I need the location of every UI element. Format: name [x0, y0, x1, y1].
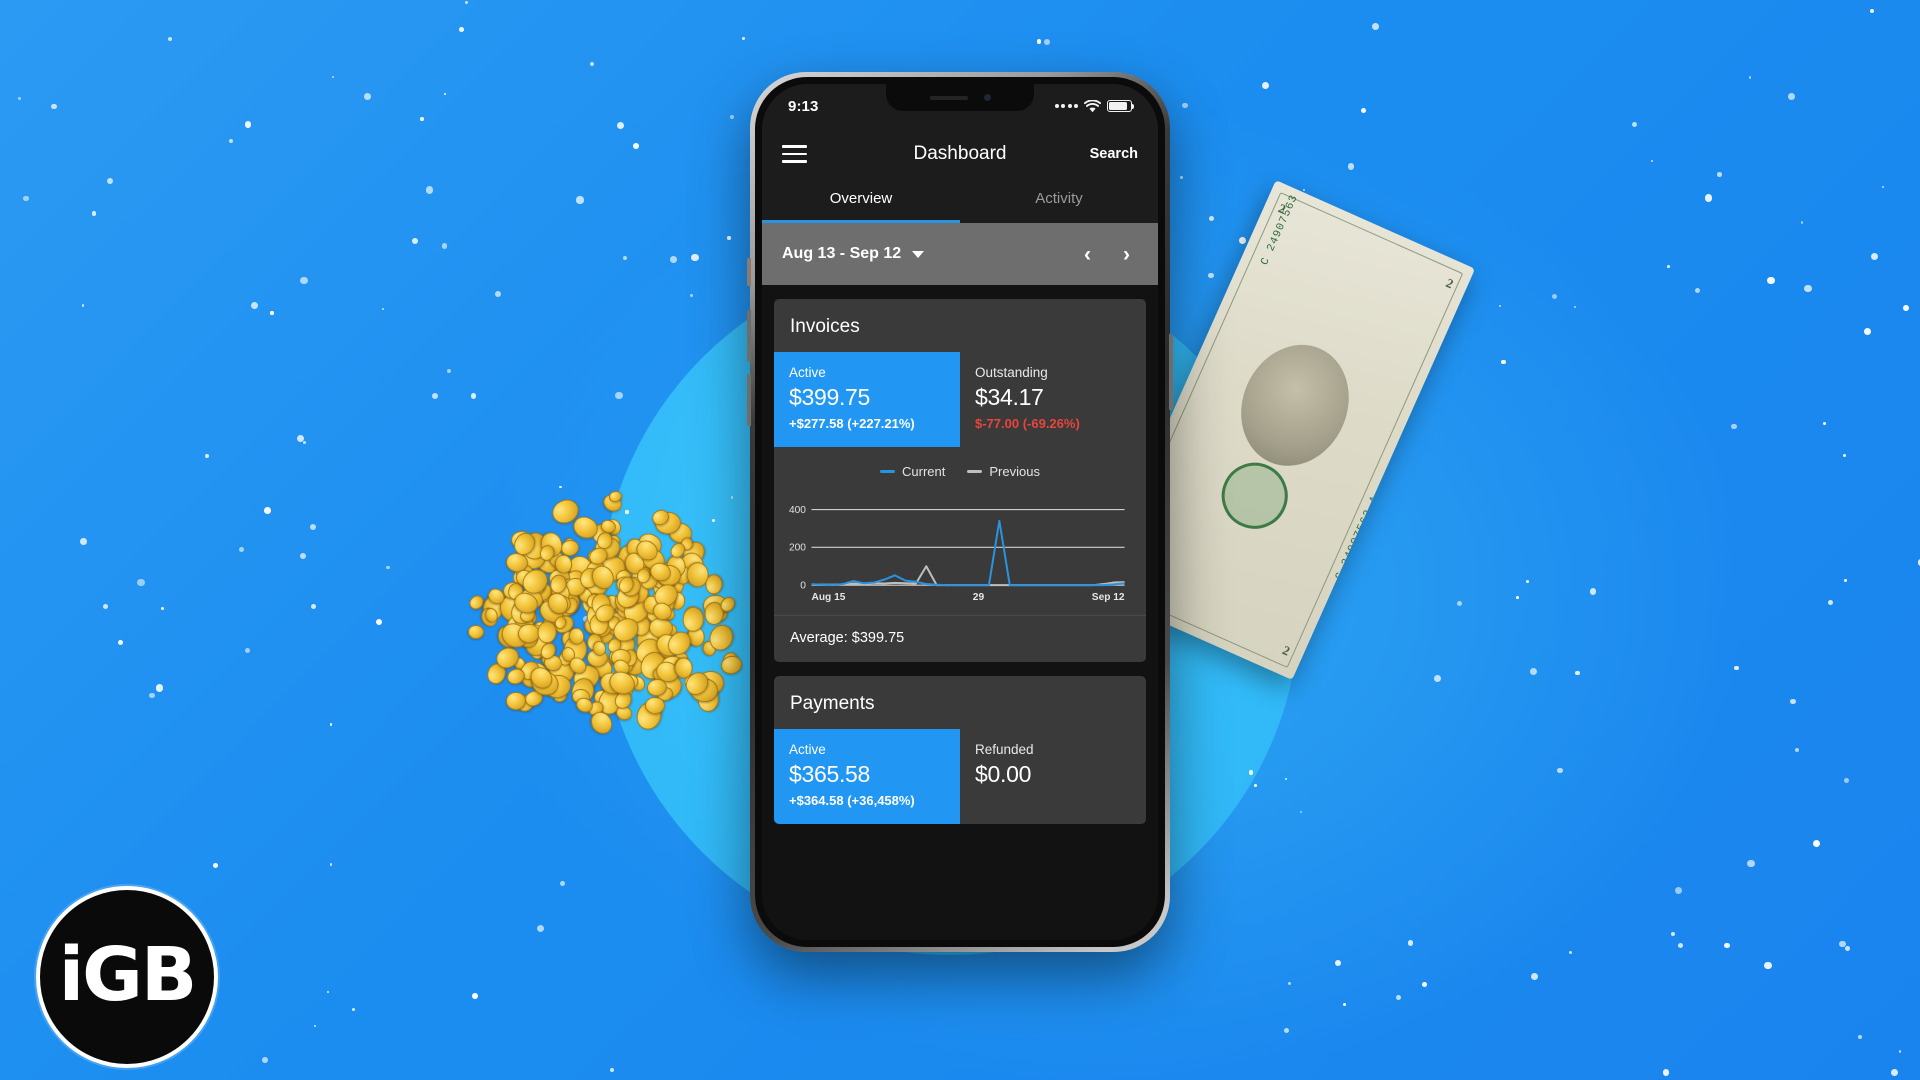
battery-icon	[1107, 100, 1135, 112]
payments-card: Payments Active $365.58 +$364.58 (+36,45…	[774, 676, 1146, 825]
chart-legend: Current Previous	[774, 447, 1146, 483]
silence-switch[interactable]	[747, 258, 751, 286]
metric-label: Active	[789, 365, 826, 380]
tab-overview[interactable]: Overview	[762, 180, 960, 223]
payments-card-title: Payments	[790, 693, 875, 715]
legend-item-previous[interactable]: Previous	[967, 464, 1040, 479]
gold-coins-pile	[466, 489, 744, 760]
payments-active-metric[interactable]: Active $365.58 +$364.58 (+36,458%)	[774, 729, 960, 825]
power-button[interactable]	[1169, 334, 1173, 410]
svg-text:Aug 15: Aug 15	[811, 592, 845, 603]
invoices-active-metric[interactable]: Active $399.75 +$277.58 (+227.21%)	[774, 352, 960, 447]
legend-swatch-previous	[967, 469, 983, 474]
chevron-down-icon	[912, 250, 925, 258]
payments-refunded-metric[interactable]: Refunded $0.00	[960, 729, 1146, 824]
tab-bar: Overview Activity	[762, 180, 1158, 223]
metric-delta: $-77.00 (-69.26%)	[975, 416, 1080, 431]
metric-label: Outstanding	[975, 365, 1048, 380]
status-indicators	[1054, 99, 1135, 113]
hamburger-menu-icon[interactable]	[782, 145, 807, 163]
legend-item-current[interactable]: Current	[880, 464, 945, 479]
wifi-icon	[1084, 99, 1101, 112]
device-notch	[886, 84, 1034, 111]
cellular-dots-icon	[1054, 104, 1078, 108]
metric-value: $0.00	[975, 761, 1032, 788]
payments-metric-row: Active $365.58 +$364.58 (+36,458%) Refun…	[774, 729, 1146, 825]
phone-screen: 9:13 Dashboard Search Overview Activity …	[762, 84, 1158, 940]
date-nav-controls: ‹ ›	[1084, 244, 1138, 265]
phone-bezel: 9:13 Dashboard Search Overview Activity …	[755, 77, 1165, 947]
status-time: 9:13	[788, 97, 819, 115]
invoices-average-row: Average: $399.75	[774, 615, 1146, 662]
metric-delta: +$277.58 (+227.21%)	[789, 416, 915, 431]
svg-text:400: 400	[789, 505, 806, 516]
svg-text:200: 200	[789, 543, 806, 554]
date-range-bar: Aug 13 - Sep 12 ‹ ›	[762, 223, 1158, 285]
date-range-selector[interactable]: Aug 13 - Sep 12	[782, 245, 925, 263]
status-bar: 9:13	[762, 84, 1158, 128]
legend-swatch-current	[880, 469, 896, 474]
tab-activity[interactable]: Activity	[960, 180, 1158, 223]
svg-text:Sep 12: Sep 12	[1092, 592, 1125, 603]
chart-svg: 0 200 400 Aug 15 29 Sep 12	[789, 505, 1125, 603]
prev-period-button[interactable]: ‹	[1084, 244, 1091, 265]
earpiece-speaker	[929, 95, 968, 100]
svg-text:0: 0	[800, 581, 806, 592]
chart-series-current	[811, 521, 1124, 585]
invoices-outstanding-metric[interactable]: Outstanding $34.17 $-77.00 (-69.26%)	[960, 352, 1146, 447]
igb-logo-text: iGB	[58, 932, 198, 1018]
dashboard-scroll-area[interactable]: Aug 13 - Sep 12 ‹ › Invoices Active $399…	[762, 223, 1158, 940]
volume-up-button[interactable]	[747, 310, 751, 362]
front-camera	[983, 94, 991, 101]
legend-label: Current	[902, 464, 946, 479]
invoices-card-title: Invoices	[790, 316, 860, 337]
metric-value: $399.75	[789, 384, 871, 410]
iphone-device: 9:13 Dashboard Search Overview Activity …	[747, 72, 1173, 952]
igb-logo: iGB	[36, 886, 218, 1068]
svg-text:29: 29	[973, 592, 985, 603]
search-button[interactable]: Search	[1090, 146, 1138, 162]
invoices-line-chart[interactable]: 0 200 400 Aug 15 29 Sep 12	[774, 483, 1146, 615]
volume-down-button[interactable]	[747, 374, 751, 426]
legend-label: Previous	[989, 464, 1040, 479]
metric-value: $34.17	[975, 384, 1044, 410]
metric-label: Refunded	[975, 742, 1034, 758]
next-period-button[interactable]: ›	[1123, 244, 1130, 265]
metric-delta: +$364.58 (+36,458%)	[789, 793, 915, 809]
date-range-label: Aug 13 - Sep 12	[782, 245, 902, 262]
metric-value: $365.58	[789, 761, 871, 788]
invoices-card: Invoices Active $399.75 +$277.58 (+227.2…	[774, 299, 1146, 663]
app-navigation-bar: Dashboard Search	[762, 128, 1158, 180]
invoices-metric-row: Active $399.75 +$277.58 (+227.21%) Outst…	[774, 352, 1146, 447]
metric-label: Active	[789, 742, 826, 758]
